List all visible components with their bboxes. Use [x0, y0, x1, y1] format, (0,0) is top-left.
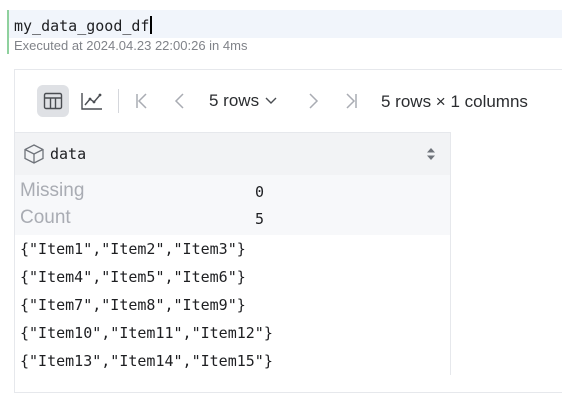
chart-view-button[interactable]	[76, 85, 108, 117]
table-row[interactable]: {"Item10","Item11","Item12"}	[20, 319, 273, 347]
column-header-data[interactable]: data	[15, 132, 450, 176]
next-page-button[interactable]	[297, 85, 329, 117]
toolbar-separator	[118, 89, 119, 113]
table-row[interactable]: {"Item13","Item14","Item15"}	[20, 347, 273, 375]
code-text: my_data_good_df	[14, 17, 150, 35]
last-page-icon	[346, 93, 357, 109]
dataframe-table: data Missing 0 Count 5 {"Item1","Item2",…	[15, 132, 451, 375]
notebook-page: my_data_good_df Executed at 2024.04.23 2…	[0, 0, 562, 413]
column-name: data	[50, 145, 87, 163]
stat-label-missing: Missing	[20, 180, 85, 201]
stat-value-count: 5	[255, 210, 265, 228]
dataframe-output: 5 rows 5 rows × 1 columns data Missing 0…	[14, 69, 562, 393]
code-text-wrap: my_data_good_df	[14, 16, 153, 35]
first-page-button[interactable]	[126, 85, 158, 117]
rows-per-page-select[interactable]: 5 rows	[209, 91, 277, 111]
text-caret	[150, 16, 153, 34]
code-editor-line[interactable]: my_data_good_df	[9, 10, 562, 38]
first-page-icon	[136, 93, 147, 109]
table-rows: {"Item1","Item2","Item3"} {"Item4","Item…	[15, 235, 450, 375]
stat-label-count: Count	[20, 207, 71, 228]
column-stats: Missing 0 Count 5	[15, 175, 450, 235]
rows-select-value: 5 rows	[209, 91, 260, 110]
cube-icon	[24, 144, 44, 164]
stat-value-missing: 0	[255, 183, 265, 201]
code-cell[interactable]: my_data_good_df Executed at 2024.04.23 2…	[7, 10, 562, 54]
table-row[interactable]: {"Item4","Item5","Item6"}	[20, 263, 246, 291]
output-toolbar: 5 rows 5 rows × 1 columns	[15, 70, 562, 132]
table-view-button[interactable]	[37, 85, 69, 117]
table-row[interactable]: {"Item1","Item2","Item3"}	[20, 235, 246, 263]
chevron-left-icon	[174, 93, 184, 109]
prev-page-button[interactable]	[164, 85, 196, 117]
dataframe-dimensions: 5 rows × 1 columns	[381, 92, 528, 111]
execution-info: Executed at 2024.04.23 22:00:26 in 4ms	[14, 38, 248, 53]
table-row[interactable]: {"Item7","Item8","Item9"}	[20, 291, 246, 319]
sort-icon[interactable]	[426, 146, 436, 162]
chevron-right-icon	[309, 93, 319, 109]
chart-icon	[81, 93, 102, 110]
chevron-down-icon	[265, 97, 277, 104]
last-page-button[interactable]	[335, 85, 367, 117]
table-icon	[43, 92, 63, 110]
